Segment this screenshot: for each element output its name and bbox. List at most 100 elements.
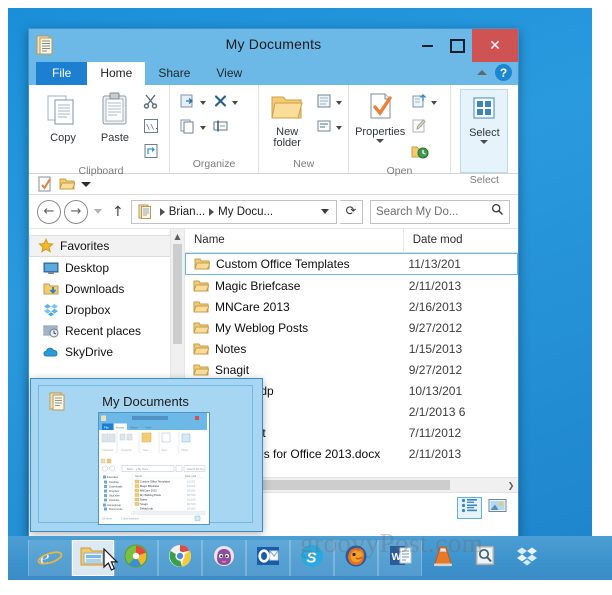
svg-text:Dropbox: Dropbox: [109, 489, 120, 493]
new-folder-button[interactable]: New folder: [263, 89, 311, 149]
copy-to-button[interactable]: [178, 117, 208, 139]
sidebar-item-downloads[interactable]: Downloads: [29, 278, 184, 299]
edit-button[interactable]: [409, 117, 439, 139]
minimize-button[interactable]: [412, 29, 442, 62]
easy-access-button[interactable]: [314, 117, 344, 139]
new-item-button[interactable]: [314, 92, 344, 114]
svg-text:9/27/20: 9/27/20: [187, 503, 196, 506]
large-icons-view-button[interactable]: [485, 497, 510, 519]
table-row[interactable]: Magic Briefcase 2/11/2013: [185, 275, 518, 296]
taskbar-item-outlook[interactable]: [246, 540, 290, 576]
sidebar-item-skydrive[interactable]: SkyDrive: [29, 341, 184, 362]
scroll-right-icon[interactable]: ❯: [504, 481, 518, 490]
delete-button[interactable]: [210, 92, 240, 114]
rename-button[interactable]: [210, 117, 240, 139]
breadcrumb-user[interactable]: Brian...: [169, 206, 205, 218]
taskbar-item-windows-store[interactable]: [114, 540, 158, 576]
taskbar-item-search[interactable]: [464, 540, 506, 576]
taskbar-thumbnail-preview[interactable]: My Documents File Home Share View Clipbo…: [30, 378, 263, 532]
taskbar-item-chrome[interactable]: [158, 540, 202, 576]
help-icon[interactable]: ?: [495, 64, 512, 81]
taskbar-item-vlc[interactable]: [422, 540, 464, 576]
paste-icon: [99, 92, 131, 131]
taskbar-item-dropbox-tray[interactable]: [506, 540, 548, 576]
svg-text:Homegroup: Homegroup: [107, 503, 122, 507]
table-row[interactable]: Custom Office Templates 11/13/201: [185, 253, 518, 275]
chevron-down-icon[interactable]: [480, 140, 489, 144]
dropbox-icon: [43, 302, 59, 318]
file-name-cell: Notes: [185, 341, 400, 357]
taskbar-item-character-app[interactable]: [202, 540, 246, 576]
taskbar-item-word[interactable]: W: [378, 540, 422, 576]
path-documents-icon: [138, 204, 153, 219]
desktop-monitor-icon: [43, 260, 59, 276]
paste-button[interactable]: Paste: [89, 89, 141, 144]
maximize-button[interactable]: [442, 29, 472, 62]
cut-button[interactable]: [141, 92, 161, 114]
taskbar-item-internet-explorer[interactable]: e: [28, 540, 72, 576]
back-button[interactable]: ←: [37, 199, 61, 224]
chevron-down-icon[interactable]: [376, 139, 385, 143]
search-input[interactable]: Search My Do...: [376, 206, 491, 218]
properties-button[interactable]: Properties: [353, 89, 407, 143]
ribbon-tab-right-controls: ?: [477, 64, 512, 81]
sidebar-item-favorites[interactable]: Favorites: [29, 235, 178, 257]
recent-locations-icon[interactable]: [94, 209, 102, 214]
desktop: My Documents ✕ File Home Share View ? Co…: [0, 0, 612, 595]
svg-text:2/11/20: 2/11/20: [187, 485, 196, 488]
svg-text:Notes: Notes: [140, 498, 148, 502]
copy-path-button[interactable]: \\..: [141, 117, 163, 139]
search-box[interactable]: Search My Do...: [370, 199, 510, 224]
customize-dropdown-icon[interactable]: [81, 181, 91, 187]
svg-text:View: View: [145, 425, 152, 429]
column-header-name[interactable]: Name: [185, 229, 404, 252]
table-row[interactable]: Notes 1/15/2013: [185, 338, 518, 359]
new-folder-small-icon[interactable]: [59, 176, 75, 192]
taskbar-item-firefox[interactable]: [334, 540, 378, 576]
breadcrumb-separator-icon[interactable]: [209, 207, 215, 216]
taskbar-item-file-explorer[interactable]: [72, 540, 114, 576]
svg-text:My Weblog Posts: My Weblog Posts: [140, 493, 162, 497]
breadcrumb-dropdown-icon[interactable]: [321, 209, 329, 214]
scroll-up-icon[interactable]: ▲: [171, 229, 184, 243]
file-name-label: Snagit: [215, 362, 250, 377]
table-row[interactable]: Snagit 9/27/2012: [185, 359, 518, 380]
forward-button[interactable]: →: [64, 199, 88, 224]
taskbar-item-skype[interactable]: S: [290, 540, 334, 576]
table-row[interactable]: MNCare 2013 2/16/2013: [185, 296, 518, 317]
tab-home[interactable]: Home: [87, 62, 146, 85]
chevron-up-icon[interactable]: [477, 70, 487, 75]
copy-button[interactable]: Copy: [37, 89, 89, 144]
svg-text:11/13/2: 11/13/2: [187, 481, 196, 484]
details-view-button[interactable]: [457, 497, 482, 519]
breadcrumb-documents[interactable]: My Docu...: [218, 206, 273, 218]
tab-file[interactable]: File: [36, 62, 88, 85]
sidebar-item-desktop[interactable]: Desktop: [29, 257, 184, 278]
breadcrumb-separator-icon[interactable]: [159, 207, 165, 216]
folder-icon: [193, 362, 210, 378]
properties-small-icon[interactable]: [37, 176, 53, 192]
open-button[interactable]: [409, 92, 439, 114]
paste-label: Paste: [100, 132, 130, 144]
new-small-buttons: [314, 89, 344, 139]
refresh-button[interactable]: ⟳: [340, 199, 363, 224]
column-label-name: Name: [194, 234, 225, 246]
large-icons-view-icon: [488, 498, 507, 518]
up-button[interactable]: ↑: [108, 204, 128, 220]
breadcrumb-bar[interactable]: Brian... My Docu...: [130, 199, 337, 224]
tab-view[interactable]: View: [203, 62, 255, 85]
move-to-button[interactable]: [178, 92, 208, 114]
scrollbar-thumb[interactable]: [173, 244, 182, 344]
history-button[interactable]: [409, 142, 439, 164]
column-header-date[interactable]: Date mod: [404, 229, 518, 252]
paste-shortcut-button[interactable]: [141, 142, 161, 164]
close-button[interactable]: ✕: [472, 29, 518, 62]
ribbon-group-label-clipboard: Clipboard: [78, 165, 124, 177]
properties-icon: [364, 92, 396, 125]
tab-share[interactable]: Share: [145, 62, 203, 85]
sidebar-item-recent-places[interactable]: Recent places: [29, 320, 184, 341]
table-row[interactable]: My Weblog Posts 9/27/2012: [185, 317, 518, 338]
open-small-buttons: [409, 89, 439, 164]
select-button[interactable]: Select: [460, 89, 509, 173]
sidebar-item-dropbox[interactable]: Dropbox: [29, 299, 184, 320]
